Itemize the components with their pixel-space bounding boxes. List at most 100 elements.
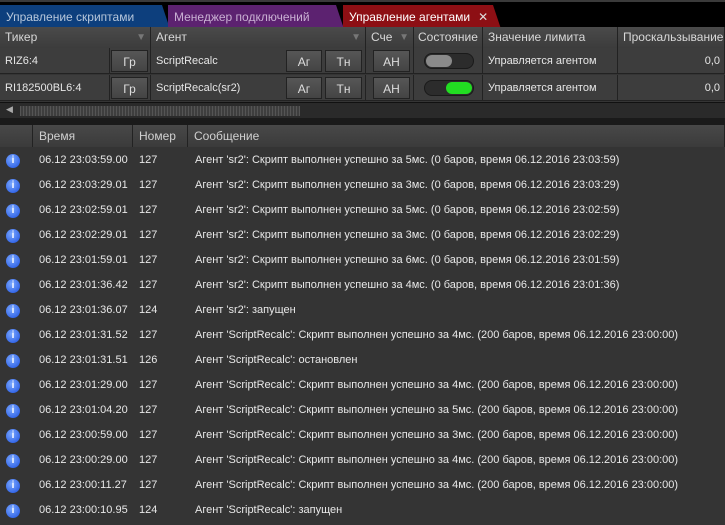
log-row[interactable]: i 06.12 23:02:59.01 127 Агент 'sr2': Скрипт… — [0, 198, 725, 223]
column-header-state[interactable]: Состояние — [414, 27, 483, 48]
header-label: Тикер — [5, 30, 38, 44]
header-label: Время — [39, 129, 76, 143]
log-row[interactable]: i 06.12 23:03:59.00 127 Агент 'sr2': Скрипт… — [0, 148, 725, 173]
tab-connection-manager[interactable]: Менеджер подключений — [168, 5, 344, 29]
filter-icon[interactable]: ▼ — [136, 27, 146, 48]
log-message: Агент 'ScriptRecalc': Скрипт выполнен ус… — [195, 479, 679, 491]
scrollbar-thumb[interactable] — [20, 106, 300, 116]
tab-label: Управление скриптами — [6, 10, 135, 24]
log-row[interactable]: i 06.12 23:00:10.95 124 Агент 'ScriptRecalc… — [0, 498, 725, 523]
tab-script-management[interactable]: Управление скриптами — [0, 5, 170, 29]
log-row[interactable]: i 06.12 23:01:04.20 127 Агент 'ScriptRecalc… — [0, 398, 725, 423]
log-message: Агент 'sr2': Скрипт выполнен успешно за … — [195, 229, 620, 241]
chart-button[interactable]: Гр — [111, 77, 148, 99]
log-time: 06.12 23:03:59.00 — [39, 154, 128, 166]
log-row[interactable]: i 06.12 23:01:36.07 124 Агент 'sr2': запуще… — [0, 298, 725, 323]
log-time: 06.12 23:00:59.00 — [39, 429, 128, 441]
log-time: 06.12 23:01:59.01 — [39, 254, 128, 266]
log-message: Агент 'sr2': Скрипт выполнен успешно за … — [195, 179, 620, 191]
log-time: 06.12 23:01:31.51 — [39, 354, 128, 366]
column-header-icon — [0, 125, 33, 147]
toggle-knob — [426, 55, 452, 67]
log-number: 127 — [139, 454, 158, 466]
column-header-slippage[interactable]: Проскальзывание — [618, 27, 725, 48]
log-message: Агент 'ScriptRecalc': Скрипт выполнен ус… — [195, 379, 679, 391]
log-row[interactable]: i 06.12 23:01:29.00 127 Агент 'ScriptRecalc… — [0, 373, 725, 398]
log-number: 127 — [139, 479, 158, 491]
log-time: 06.12 23:01:29.00 — [39, 379, 128, 391]
filter-icon[interactable]: ▼ — [351, 27, 361, 48]
column-header-time[interactable]: Время — [33, 125, 133, 147]
agent-button[interactable]: Аг — [286, 77, 322, 99]
agents-table: Тикер ▼ Агент ▼ Сче ▼ Состояние Значение ли… — [0, 27, 725, 102]
log-time: 06.12 23:02:29.01 — [39, 229, 128, 241]
info-icon: i — [6, 254, 20, 268]
tab-agent-management[interactable]: Управление агентами ✕ — [343, 5, 501, 29]
chart-button[interactable]: Гр — [111, 50, 148, 72]
log-number: 127 — [139, 154, 158, 166]
log-row[interactable]: i 06.12 23:02:29.01 127 Агент 'sr2': Скрипт… — [0, 223, 725, 248]
slippage-cell: 0,0 — [618, 75, 725, 101]
log-row[interactable]: i 06.12 23:01:36.42 127 Агент 'sr2': Скрипт… — [0, 273, 725, 298]
log-message: Агент 'ScriptRecalc': Скрипт выполнен ус… — [195, 329, 679, 341]
info-icon: i — [6, 354, 20, 368]
log-time: 06.12 23:01:36.07 — [39, 304, 128, 316]
log-row[interactable]: i 06.12 23:01:59.01 127 Агент 'sr2': Скрипт… — [0, 248, 725, 273]
log-row[interactable]: i 06.12 23:01:31.52 127 Агент 'ScriptRecalc… — [0, 323, 725, 348]
log-number: 126 — [139, 354, 158, 366]
account-button[interactable]: АН — [373, 50, 410, 72]
info-icon: i — [6, 179, 20, 193]
account-button[interactable]: АН — [373, 77, 410, 99]
log-number: 127 — [139, 429, 158, 441]
log-time: 06.12 23:01:31.52 — [39, 329, 128, 341]
log-number: 124 — [139, 304, 158, 316]
log-panel: Время Номер Сообщение i 06.12 23:03:59.00… — [0, 125, 725, 525]
table-row: RIZ6:4 Гр ScriptRecalc Аг Тн АН Управляется аг… — [0, 48, 725, 75]
settings-button[interactable]: Тн — [325, 50, 362, 72]
state-toggle[interactable] — [424, 53, 474, 69]
header-label: Сче — [371, 30, 393, 44]
log-time: 06.12 23:01:04.20 — [39, 404, 128, 416]
tab-bar: Управление скриптами Менеджер подключени… — [0, 0, 725, 27]
log-time: 06.12 23:00:11.27 — [39, 479, 127, 491]
info-icon: i — [6, 329, 20, 343]
log-message: Агент 'sr2': Скрипт выполнен успешно за … — [195, 154, 620, 166]
log-number: 124 — [139, 504, 158, 516]
column-header-message[interactable]: Сообщение — [188, 125, 725, 147]
log-message: Агент 'sr2': Скрипт выполнен успешно за … — [195, 279, 620, 291]
toggle-knob — [446, 82, 472, 94]
log-number: 127 — [139, 329, 158, 341]
log-row[interactable]: i 06.12 23:03:29.01 127 Агент 'sr2': Скрипт… — [0, 173, 725, 198]
log-message: Агент 'ScriptRecalc': Скрипт выполнен ус… — [195, 454, 679, 466]
horizontal-scrollbar[interactable]: ◀ — [0, 102, 725, 118]
info-icon: i — [6, 304, 20, 318]
close-icon[interactable]: ✕ — [478, 10, 488, 24]
log-row[interactable]: i 06.12 23:01:31.51 126 Агент 'ScriptRecalc… — [0, 348, 725, 373]
log-time: 06.12 23:01:36.42 — [39, 279, 128, 291]
agent-button[interactable]: Аг — [286, 50, 322, 72]
info-icon: i — [6, 154, 20, 168]
scroll-left-icon[interactable]: ◀ — [6, 104, 13, 115]
tab-label: Менеджер подключений — [174, 10, 310, 24]
log-time: 06.12 23:03:29.01 — [39, 179, 128, 191]
filter-icon[interactable]: ▼ — [399, 27, 409, 48]
column-header-limit[interactable]: Значение лимита — [483, 27, 618, 48]
info-icon: i — [6, 279, 20, 293]
log-time: 06.12 23:00:29.00 — [39, 454, 128, 466]
log-row[interactable]: i 06.12 23:00:59.00 127 Агент 'ScriptRecalc… — [0, 423, 725, 448]
log-number: 127 — [139, 279, 158, 291]
column-header-ticker[interactable]: Тикер ▼ — [0, 27, 151, 48]
info-icon: i — [6, 504, 20, 518]
state-toggle[interactable] — [424, 80, 474, 96]
column-header-agent[interactable]: Агент ▼ — [151, 27, 366, 48]
log-row[interactable]: i 06.12 23:00:29.00 127 Агент 'ScriptRecalc… — [0, 448, 725, 473]
slippage-cell: 0,0 — [618, 48, 725, 74]
log-message: Агент 'sr2': Скрипт выполнен успешно за … — [195, 204, 620, 216]
info-icon: i — [6, 229, 20, 243]
column-header-number[interactable]: Номер — [133, 125, 188, 147]
header-label: Сообщение — [194, 129, 260, 143]
column-header-account[interactable]: Сче ▼ — [366, 27, 414, 48]
info-icon: i — [6, 204, 20, 218]
settings-button[interactable]: Тн — [325, 77, 362, 99]
log-row[interactable]: i 06.12 23:00:11.27 127 Агент 'ScriptRecalc… — [0, 473, 725, 498]
